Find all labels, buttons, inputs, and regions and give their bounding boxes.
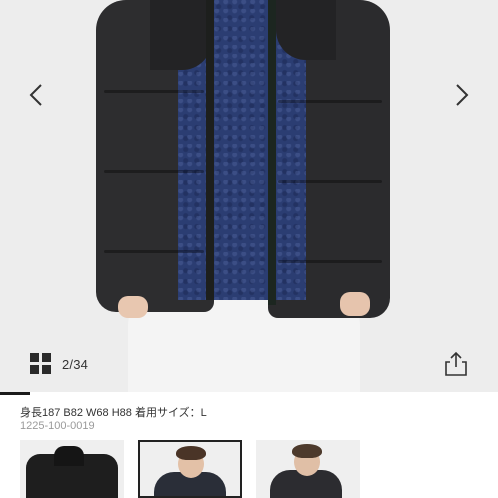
product-image-gallery[interactable]: 2/34	[0, 0, 498, 392]
share-icon[interactable]	[442, 350, 470, 378]
grid-view-icon[interactable]	[30, 353, 52, 375]
thumbnail-2[interactable]	[138, 440, 242, 498]
chevron-left-icon[interactable]	[22, 80, 52, 110]
chevron-right-icon[interactable]	[446, 80, 476, 110]
product-photo	[0, 0, 498, 392]
gallery-progress-bar	[0, 392, 498, 395]
model-size-info: 身長187 B82 W68 H88 着用サイズ：L	[20, 407, 207, 419]
thumbnail-3[interactable]	[256, 440, 360, 498]
thumbnail-strip	[20, 440, 490, 498]
gallery-progress-fill	[0, 392, 30, 395]
thumbnail-1[interactable]	[20, 440, 124, 498]
product-code: 1225-100-0019	[20, 420, 95, 432]
jacket-zipper	[206, 0, 214, 300]
image-counter: 2/34	[62, 357, 89, 372]
